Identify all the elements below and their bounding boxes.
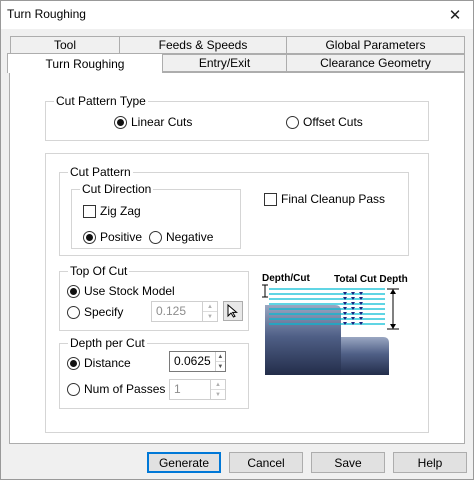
tab-tool[interactable]: Tool: [10, 36, 120, 54]
pass-arrows: [343, 292, 363, 325]
spin-up-icon[interactable]: ▲: [216, 352, 225, 361]
radio-indicator: [286, 115, 299, 129]
cursor-arrow-icon: [227, 304, 238, 318]
radio-indicator: [67, 356, 80, 370]
save-button[interactable]: Save: [311, 452, 385, 473]
specify-value: 0.125: [156, 304, 187, 318]
spin-down-icon[interactable]: ▼: [215, 361, 225, 371]
checkbox-label: Zig Zag: [100, 204, 141, 218]
specify-radio[interactable]: Specify: [67, 305, 123, 319]
radio-indicator: [67, 382, 80, 396]
radio-indicator: [83, 230, 96, 244]
spin-down-icon[interactable]: ▼: [211, 389, 225, 399]
radio-label: Linear Cuts: [131, 115, 193, 129]
distance-value-input[interactable]: 0.0625 ▲ ▼: [169, 351, 226, 372]
radio-indicator: [114, 115, 127, 129]
cut-pattern-type-group: Cut Pattern Type Linear Cuts Offset Cuts: [45, 94, 429, 141]
turn-roughing-dialog: Turn Roughing ✕ Tool Feeds & Speeds Glob…: [0, 0, 474, 480]
tab-label: Entry/Exit: [198, 56, 251, 70]
radio-label: Specify: [84, 305, 124, 319]
cut-direction-group: Cut Direction Zig Zag Positive Negative: [71, 182, 241, 249]
depth-cut-diagram: Depth/Cut Total Cut Depth: [261, 271, 411, 376]
tab-entry-exit[interactable]: Entry/Exit: [162, 54, 287, 72]
window-title: Turn Roughing: [7, 7, 86, 21]
tab-label: Tool: [53, 38, 76, 52]
total-depth-arrow-up: [390, 289, 396, 294]
checkbox-indicator: [264, 192, 277, 206]
radio-label: Negative: [166, 230, 214, 244]
tab-label: Clearance Geometry: [320, 56, 431, 70]
group-legend: Cut Pattern: [68, 165, 133, 179]
distance-value: 0.0625: [174, 354, 211, 368]
tab-label: Turn Roughing: [45, 56, 125, 71]
radio-indicator: [67, 284, 80, 298]
spin-down-icon[interactable]: ▼: [203, 311, 217, 321]
spin-arrows: ▲ ▼: [202, 302, 217, 321]
radio-indicator: [149, 230, 162, 244]
passes-value: 1: [174, 382, 181, 396]
spin-up-icon[interactable]: ▲: [211, 380, 225, 389]
radio-label: Use Stock Model: [84, 284, 175, 298]
tab-label: Feeds & Speeds: [158, 38, 248, 52]
radio-label: Distance: [84, 356, 131, 370]
help-button[interactable]: Help: [393, 452, 467, 473]
tab-label: Global Parameters: [325, 38, 426, 52]
distance-radio[interactable]: Distance: [67, 356, 131, 370]
radio-label: Num of Passes: [84, 382, 166, 396]
spin-arrows: ▲ ▼: [210, 380, 225, 399]
close-icon: ✕: [448, 7, 462, 24]
close-button[interactable]: ✕: [439, 3, 471, 27]
checkbox-label: Final Cleanup Pass: [281, 192, 386, 206]
offset-cuts-radio[interactable]: Offset Cuts: [286, 115, 363, 129]
specify-value-input[interactable]: 0.125 ▲ ▼: [151, 301, 218, 322]
tab-turn-roughing[interactable]: Turn Roughing: [7, 53, 163, 73]
group-legend: Depth per Cut: [68, 336, 147, 350]
checkbox-indicator: [83, 204, 96, 218]
radio-indicator: [67, 305, 80, 319]
lathe-diagram-graphic: [262, 284, 399, 375]
spin-arrows: ▲ ▼: [214, 352, 225, 371]
tab-feeds-speeds[interactable]: Feeds & Speeds: [119, 36, 287, 54]
title-bar: Turn Roughing ✕: [1, 1, 473, 29]
radio-label: Offset Cuts: [303, 115, 363, 129]
group-legend: Cut Pattern Type: [54, 94, 148, 108]
cancel-button[interactable]: Cancel: [229, 452, 303, 473]
linear-cuts-radio[interactable]: Linear Cuts: [114, 115, 192, 129]
tab-global-parameters[interactable]: Global Parameters: [286, 36, 465, 54]
spin-up-icon[interactable]: ▲: [203, 302, 217, 311]
zig-zag-checkbox[interactable]: Zig Zag: [83, 204, 141, 218]
total-depth-arrow-down: [390, 324, 396, 329]
pick-top-button[interactable]: [223, 301, 243, 321]
group-legend: Top Of Cut: [68, 264, 130, 278]
workpiece-step: [341, 337, 389, 375]
num-of-passes-radio[interactable]: Num of Passes: [67, 382, 165, 396]
positive-radio[interactable]: Positive: [83, 230, 142, 244]
group-legend: Cut Direction: [80, 182, 154, 196]
generate-button[interactable]: Generate: [147, 452, 221, 473]
negative-radio[interactable]: Negative: [149, 230, 213, 244]
radio-label: Positive: [100, 230, 143, 244]
num-of-passes-input[interactable]: 1 ▲ ▼: [169, 379, 226, 400]
final-cleanup-pass-checkbox[interactable]: Final Cleanup Pass: [264, 192, 385, 206]
use-stock-model-radio[interactable]: Use Stock Model: [67, 284, 175, 298]
tab-clearance-geometry[interactable]: Clearance Geometry: [286, 54, 465, 72]
workpiece-body: [265, 305, 341, 375]
